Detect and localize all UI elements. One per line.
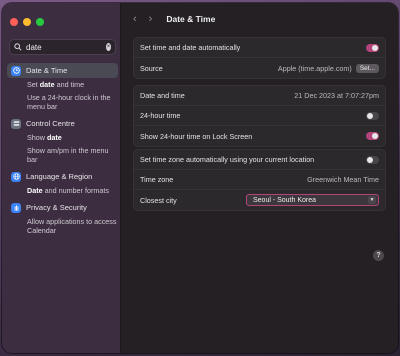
minimize-window-button[interactable]: [23, 18, 31, 26]
tz-auto-label: Set time zone automatically using your c…: [140, 155, 315, 164]
close-window-button[interactable]: [10, 18, 18, 26]
page-title: Date & Time: [166, 14, 216, 24]
main-pane: ‹ › Date & Time Set time and date automa…: [121, 3, 398, 353]
hour24-toggle[interactable]: [366, 111, 379, 120]
system-settings-window: × Date & Time Set date and time Use a 24…: [2, 3, 398, 353]
lock-screen-24h-toggle[interactable]: [366, 132, 379, 140]
auto-time-label: Set time and date automatically: [140, 43, 241, 52]
window-controls: [10, 18, 44, 26]
sidebar: × Date & Time Set date and time Use a 24…: [2, 3, 121, 353]
set-source-button[interactable]: Set...: [355, 63, 379, 73]
tz-auto-toggle[interactable]: [366, 155, 379, 164]
tz-auto-row: Set time zone automatically using your c…: [134, 150, 385, 170]
closest-city-value: Seoul - South Korea: [253, 196, 317, 204]
zoom-window-button[interactable]: [36, 18, 44, 26]
hour24-label: 24-hour time: [140, 111, 181, 120]
result-show-date[interactable]: Show date: [7, 131, 118, 144]
clear-search-icon[interactable]: ×: [106, 43, 111, 51]
sidebar-item-label: Date & Time: [26, 66, 68, 75]
tz-value: Greenwich Mean Time: [307, 175, 379, 184]
source-value: Apple (time.apple.com): [277, 63, 352, 73]
auto-time-row: Set time and date automatically: [134, 38, 385, 58]
search-icon: [14, 42, 22, 52]
sidebar-item-control-centre[interactable]: Control Centre: [7, 116, 118, 131]
hand-icon: [11, 202, 21, 213]
sidebar-item-language-region[interactable]: Language & Region: [7, 169, 118, 184]
sidebar-item-label: Language & Region: [26, 172, 93, 181]
auto-time-toggle[interactable]: [366, 43, 379, 52]
closest-city-row: Closest city Seoul - South Korea ▼: [134, 190, 385, 210]
back-button[interactable]: ‹: [133, 13, 137, 25]
date-time-group: Date and time 21 Dec 2023 at 7:07:27pm 2…: [133, 85, 386, 147]
result-date-number-formats[interactable]: Date and number formats: [7, 184, 118, 197]
lock-screen-label: Show 24-hour time on Lock Screen: [140, 131, 253, 141]
search-input[interactable]: [26, 42, 106, 52]
closest-city-label: Closest city: [140, 195, 177, 205]
toolbar: ‹ › Date & Time: [121, 3, 398, 35]
search-field[interactable]: ×: [9, 39, 116, 55]
source-label: Source: [140, 63, 163, 73]
result-set-date-and-time[interactable]: Set date and time: [7, 78, 118, 91]
datetime-value: 21 Dec 2023 at 7:07:27pm: [294, 91, 379, 100]
search-results-list: Date & Time Set date and time Use a 24-h…: [7, 60, 118, 237]
sidebar-item-date-time[interactable]: Date & Time: [7, 63, 118, 78]
chevron-down-icon[interactable]: ▼: [368, 196, 376, 204]
clock-icon: [11, 65, 21, 76]
closest-city-combobox[interactable]: Seoul - South Korea ▼: [246, 194, 379, 206]
tz-row: Time zone Greenwich Mean Time: [134, 170, 385, 190]
source-row: Source Apple (time.apple.com) Set...: [134, 58, 385, 78]
result-24-hour-clock[interactable]: Use a 24-hour clock in the menu bar: [7, 91, 118, 113]
sidebar-item-label: Privacy & Security: [26, 203, 87, 212]
sidebar-item-privacy-security[interactable]: Privacy & Security: [7, 200, 118, 215]
help-button[interactable]: ?: [373, 250, 384, 261]
lock-screen-row: Show 24-hour time on Lock Screen: [134, 126, 385, 146]
result-access-calendar[interactable]: Allow applications to access Calendar: [7, 215, 118, 237]
tz-label: Time zone: [140, 175, 174, 184]
forward-button[interactable]: ›: [149, 13, 153, 25]
datetime-row: Date and time 21 Dec 2023 at 7:07:27pm: [134, 86, 385, 106]
result-show-ampm[interactable]: Show am/pm in the menu bar: [7, 144, 118, 166]
control-centre-icon: [11, 118, 21, 129]
datetime-label: Date and time: [140, 91, 185, 100]
hour24-row: 24-hour time: [134, 106, 385, 126]
sidebar-item-label: Control Centre: [26, 119, 75, 128]
time-zone-group: Set time zone automatically using your c…: [133, 149, 386, 211]
automatic-time-group: Set time and date automatically Source A…: [133, 37, 386, 79]
globe-icon: [11, 171, 21, 182]
